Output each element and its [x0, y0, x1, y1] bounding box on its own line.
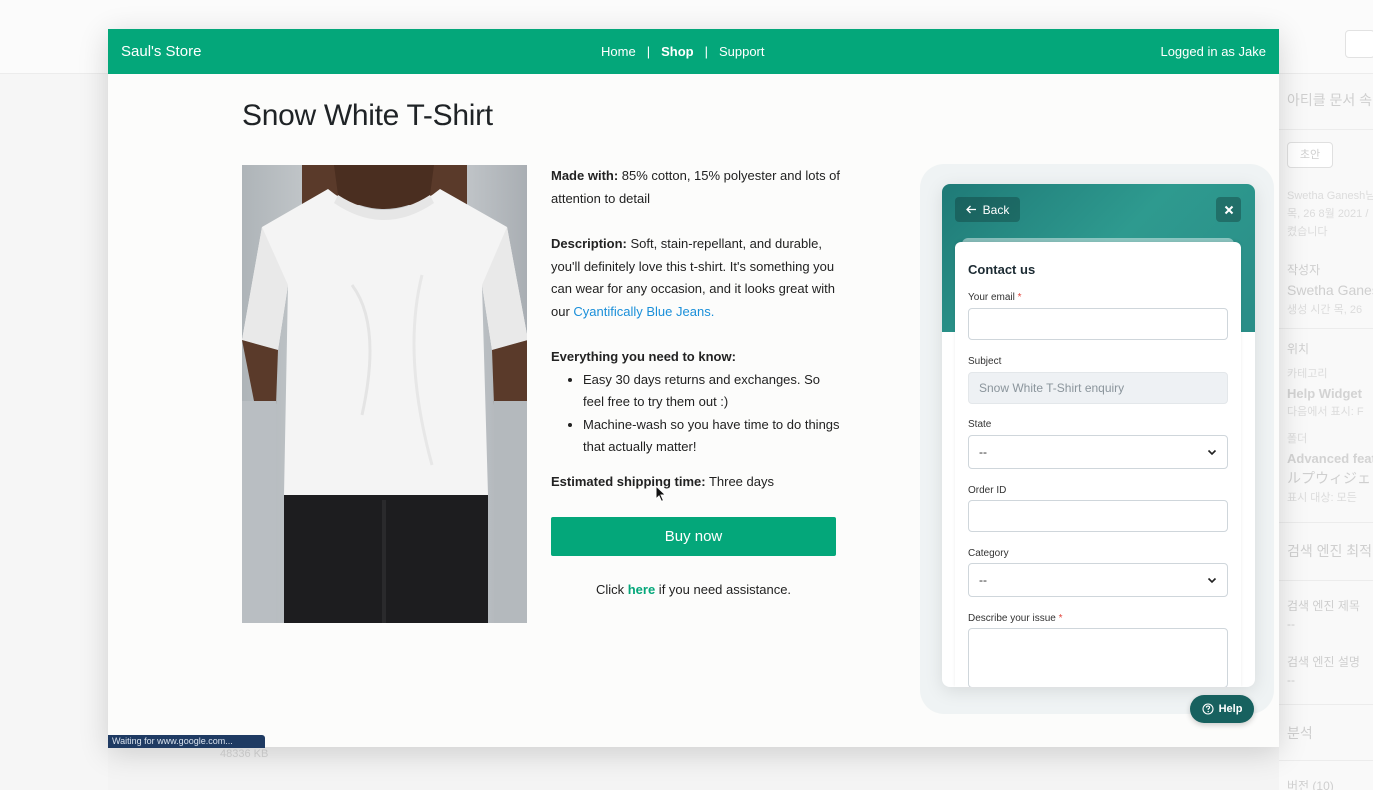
bg-seo-head: 검색 엔진 최적 — [1287, 543, 1373, 559]
background-top-button — [1345, 30, 1373, 58]
state-select[interactable]: -- — [968, 435, 1228, 469]
category-select[interactable]: -- — [968, 563, 1228, 597]
order-id-label: Order ID — [968, 485, 1007, 496]
help-widget: Back Contact us Your email * Subject Sno… — [942, 184, 1255, 687]
nav-home[interactable]: Home — [601, 44, 636, 59]
bg-divider — [1279, 760, 1373, 761]
bg-analytics: 분석 — [1287, 725, 1313, 741]
product-title: Snow White T-Shirt — [242, 99, 493, 132]
description-paragraph: Description: Soft, stain-repellant, and … — [551, 233, 841, 323]
bg-location-label: 위치 — [1287, 342, 1310, 356]
background-sidebar: 아티클 문서 속 초안 Swetha Ganesh님 목, 26 8월 2021… — [1279, 74, 1373, 790]
mouse-cursor-icon — [655, 485, 667, 503]
bg-display-in: 다음에서 표시: F — [1287, 406, 1364, 418]
know-heading: Everything you need to know: — [551, 349, 736, 364]
bg-seo-title-label: 검색 엔진 제목 — [1287, 599, 1360, 613]
close-icon — [1224, 205, 1233, 214]
required-mark: * — [1058, 613, 1063, 624]
bg-divider — [1279, 328, 1373, 329]
issue-label: Describe your issue * — [968, 613, 1063, 624]
brand-logo[interactable]: Saul's Store — [121, 43, 201, 60]
product-details: Made with: 85% cotton, 15% polyester and… — [551, 165, 841, 493]
bg-divider — [1279, 522, 1373, 523]
background-size-text: 48336 KB — [220, 748, 269, 760]
bg-article-attrs: 아티클 문서 속 — [1287, 92, 1373, 108]
help-button[interactable]: Help — [1190, 695, 1254, 723]
bg-meta: 목, 26 8월 2021 / — [1287, 208, 1369, 220]
question-circle-icon — [1202, 703, 1214, 715]
category-label: Category — [968, 548, 1009, 559]
description-label: Description: — [551, 236, 627, 251]
help-label: Help — [1218, 703, 1243, 715]
bg-folder-value: Advanced feat — [1287, 451, 1373, 466]
nav-separator: | — [704, 44, 708, 59]
bg-category-value: Help Widget — [1287, 386, 1362, 401]
nav-separator: | — [646, 44, 651, 59]
order-id-field[interactable] — [968, 500, 1228, 532]
background-bottom-strip — [108, 747, 1279, 790]
bg-author-name: Swetha Ganes — [1287, 282, 1373, 298]
required-mark: * — [1017, 292, 1022, 303]
nav-links: Home | Shop | Support — [601, 44, 765, 59]
shipping-paragraph: Estimated shipping time: Three days — [551, 471, 841, 494]
nav-support[interactable]: Support — [719, 44, 765, 59]
assist-pre: Click — [595, 582, 628, 597]
state-label: State — [968, 419, 992, 430]
bg-divider — [1279, 580, 1373, 581]
logged-in-user: Logged in as Jake — [1160, 44, 1266, 59]
bg-divider — [1279, 704, 1373, 705]
bg-meta: Swetha Ganesh님 — [1287, 190, 1373, 202]
assistance-text: Click here if you need assistance. — [551, 582, 836, 597]
made-with-paragraph: Made with: 85% cotton, 15% polyester and… — [551, 165, 841, 210]
bg-created: 생성 시간 목, 26 — [1287, 304, 1363, 316]
bg-draft-pill: 초안 — [1287, 142, 1333, 168]
made-with-label: Made with: — [551, 168, 619, 183]
category-value: -- — [979, 573, 987, 587]
know-list: Easy 30 days returns and exchanges. So f… — [583, 369, 841, 459]
bg-meta: 켰습니다 — [1287, 226, 1328, 238]
contact-form: Contact us Your email * Subject Snow Whi… — [955, 242, 1241, 687]
jeans-link[interactable]: Cyantifically Blue Jeans. — [573, 304, 714, 319]
email-field[interactable] — [968, 308, 1228, 340]
assistance-link[interactable]: here — [628, 582, 655, 597]
issue-textarea[interactable] — [968, 628, 1228, 687]
bg-display-target: 표시 대상: 모든 — [1287, 492, 1357, 504]
bg-divider — [1279, 129, 1373, 130]
state-value: -- — [979, 445, 987, 459]
bg-folder-label: 폴더 — [1287, 433, 1308, 445]
bg-seo-desc-value: -- — [1287, 673, 1295, 687]
assist-post: if you need assistance. — [655, 582, 792, 597]
form-title: Contact us — [968, 262, 1036, 277]
bg-seo-title-value: -- — [1287, 617, 1295, 631]
subject-label: Subject — [968, 356, 1002, 367]
bg-folder-jp: ルプウィジェ — [1287, 470, 1371, 486]
bg-author-label: 작성자 — [1287, 263, 1321, 277]
email-label: Your email * — [968, 292, 1022, 303]
email-label-text: Your email — [968, 292, 1015, 303]
navbar: Saul's Store Home | Shop | Support Logge… — [108, 29, 1279, 74]
nav-shop[interactable]: Shop — [661, 44, 694, 59]
subject-field[interactable]: Snow White T-Shirt enquiry — [968, 372, 1228, 404]
shipping-text: Three days — [705, 473, 774, 489]
product-image — [242, 165, 527, 623]
chevron-down-icon — [1207, 577, 1217, 583]
store-window: Saul's Store Home | Shop | Support Logge… — [108, 29, 1279, 747]
chevron-down-icon — [1207, 449, 1217, 455]
buy-now-button[interactable]: Buy now — [551, 517, 836, 556]
browser-status-bar: Waiting for www.google.com... — [108, 735, 265, 748]
arrow-left-icon — [965, 205, 976, 214]
tshirt-illustration — [242, 165, 527, 623]
issue-label-text: Describe your issue — [968, 613, 1056, 624]
bg-category-label: 카테고리 — [1287, 368, 1328, 380]
shipping-label: Estimated shipping time: — [551, 473, 706, 489]
bg-seo-desc-label: 검색 엔진 설명 — [1287, 655, 1360, 669]
back-label: Back — [982, 202, 1010, 217]
bg-versions: 버전 (10) — [1287, 779, 1334, 790]
back-button[interactable]: Back — [955, 197, 1020, 222]
list-item: Machine-wash so you have time to do thin… — [583, 414, 841, 459]
list-item: Easy 30 days returns and exchanges. So f… — [583, 369, 841, 414]
close-button[interactable] — [1216, 197, 1241, 222]
